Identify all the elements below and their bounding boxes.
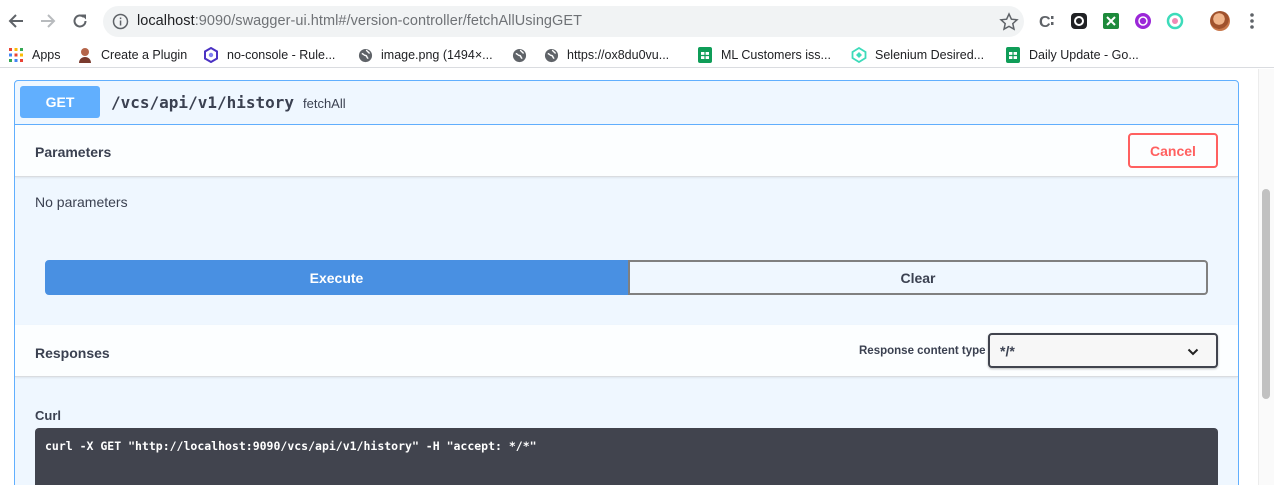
extension-ring-icon[interactable]	[1166, 12, 1184, 30]
bookmark-label: image.png (1494×...	[381, 48, 493, 62]
cancel-button[interactable]: Cancel	[1128, 133, 1218, 168]
curl-command: curl -X GET "http://localhost:9090/vcs/a…	[45, 439, 537, 453]
page-content: GET /vcs/api/v1/history fetchAll Paramet…	[0, 69, 1274, 485]
extension-link-icon[interactable]	[1070, 12, 1088, 30]
parameters-header: Parameters Cancel	[15, 125, 1238, 177]
bookmark-label: Daily Update - Go...	[1029, 48, 1139, 62]
curl-command-box[interactable]: curl -X GET "http://localhost:9090/vcs/a…	[35, 428, 1218, 485]
svg-text:C: C	[1039, 14, 1051, 30]
bookmark-label: https://ox8du0vu...	[567, 48, 670, 62]
bookmark-ml-customers[interactable]: ML Customers iss...	[697, 46, 831, 64]
curl-label: Curl	[35, 408, 61, 423]
chevron-down-icon	[1187, 348, 1199, 356]
sheets-icon	[1005, 47, 1021, 63]
responses-title: Responses	[35, 345, 110, 361]
bookmark-selenium[interactable]: Selenium Desired...	[851, 46, 984, 64]
url-text: localhost:9090/swagger-ui.html#/version-…	[137, 13, 582, 29]
bookmark-label: no-console - Rule...	[227, 48, 336, 62]
bookmark-globe[interactable]	[511, 46, 535, 64]
back-button[interactable]	[5, 10, 27, 32]
bookmark-daily-update[interactable]: Daily Update - Go...	[1005, 46, 1139, 64]
bookmark-image-png[interactable]: image.png (1494×...	[357, 46, 493, 64]
globe-icon	[511, 47, 527, 63]
globe-icon	[543, 47, 559, 63]
bookmark-label: Apps	[32, 48, 61, 62]
response-content-type-select[interactable]: */*	[988, 333, 1218, 368]
arrow-right-icon	[41, 14, 56, 28]
operation-summary[interactable]: GET /vcs/api/v1/history fetchAll	[15, 81, 1238, 125]
execute-wrapper: Execute Clear	[45, 260, 1209, 296]
no-parameters-text: No parameters	[35, 194, 128, 210]
clear-button[interactable]: Clear	[628, 260, 1208, 295]
globe-icon	[357, 47, 373, 63]
bookmark-label: Create a Plugin	[101, 48, 188, 62]
bookmark-label: Selenium Desired...	[875, 48, 985, 62]
operation-path: /vcs/api/v1/history	[111, 93, 295, 112]
scrollbar-thumb[interactable]	[1262, 189, 1270, 399]
browser-toolbar: localhost:9090/swagger-ui.html#/version-…	[0, 0, 1274, 42]
bookmark-star-icon[interactable]	[999, 12, 1019, 32]
responses-header: Responses Response content type */*	[15, 325, 1238, 377]
bookmark-label: ML Customers iss...	[721, 48, 831, 62]
bookmark-create-plugin[interactable]: Create a Plugin	[77, 46, 187, 64]
parameters-title: Parameters	[35, 144, 112, 160]
extension-c-icon[interactable]: C	[1038, 12, 1056, 30]
extension-purple-icon[interactable]	[1134, 12, 1152, 30]
reload-button[interactable]	[69, 10, 91, 32]
sauce-icon	[851, 47, 867, 63]
execute-button[interactable]: Execute	[45, 260, 628, 295]
apps-grid-icon	[8, 47, 24, 63]
bookmark-apps[interactable]: Apps	[8, 46, 61, 64]
url-path: :9090/swagger-ui.html#/version-controlle…	[194, 13, 582, 29]
sheets-icon	[697, 47, 713, 63]
reload-icon	[73, 14, 87, 28]
extension-excel-icon[interactable]	[1102, 12, 1120, 30]
url-host: localhost	[137, 13, 195, 29]
operation-block-get: GET /vcs/api/v1/history fetchAll Paramet…	[14, 80, 1239, 485]
person-icon	[77, 47, 93, 63]
forward-button[interactable]	[37, 10, 59, 32]
arrow-left-icon	[8, 14, 23, 28]
response-content-type-label: Response content type	[859, 345, 986, 357]
http-method-badge: GET	[20, 86, 100, 118]
eslint-icon	[203, 47, 219, 63]
bookmark-ox8du0vu[interactable]: https://ox8du0vu...	[543, 46, 669, 64]
profile-avatar[interactable]	[1210, 11, 1230, 31]
more-vert-icon[interactable]	[1244, 12, 1260, 30]
address-bar[interactable]: localhost:9090/swagger-ui.html#/version-…	[103, 6, 1024, 37]
info-icon[interactable]	[112, 13, 129, 30]
bookmark-no-console[interactable]: no-console - Rule...	[203, 46, 335, 64]
bookmarks-bar: Apps Create a Plugin no-console - Rule..…	[0, 42, 1274, 104]
operation-description: fetchAll	[303, 96, 346, 111]
content-type-value: */*	[1000, 343, 1015, 359]
